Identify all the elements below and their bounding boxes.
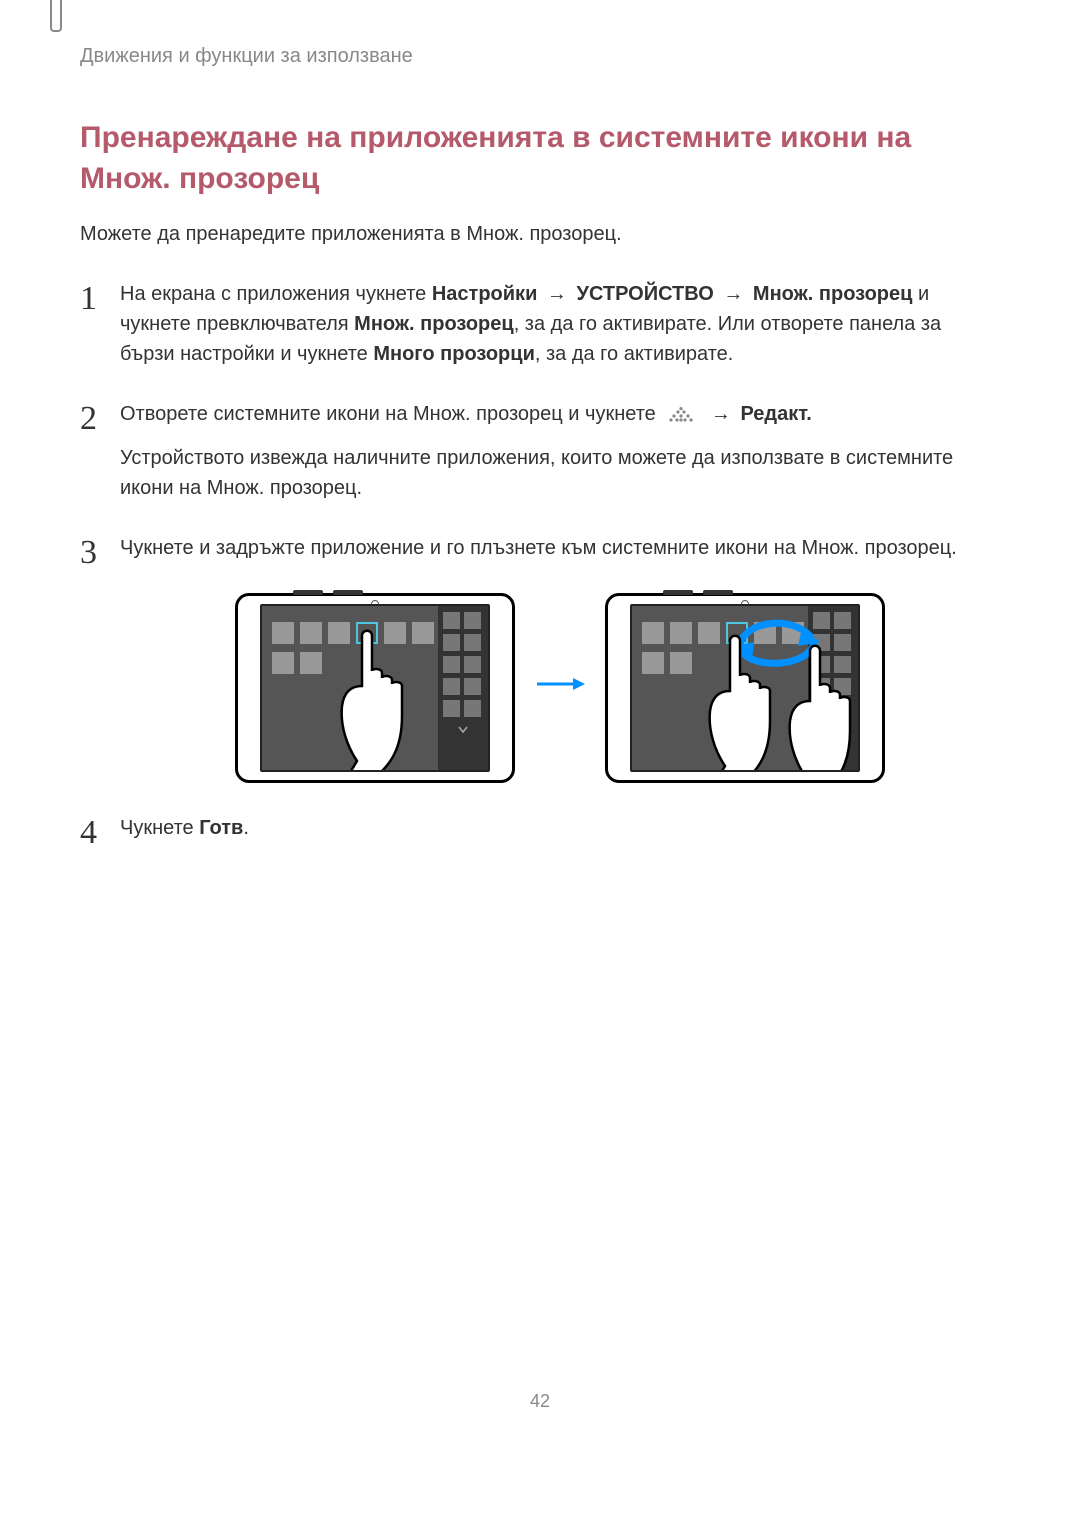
step-2-note: Устройството извежда наличните приложени… [120, 443, 1000, 503]
tray-chevron-down-icon [828, 726, 838, 734]
selected-app-tile [726, 622, 748, 644]
steps-list: На екрана с приложения чукнете Настройки… [80, 279, 1000, 843]
hand-hold-icon [702, 631, 802, 772]
step-4: Чукнете Готв. [80, 813, 1000, 843]
intro-text: Можете да пренаредите приложенията в Мно… [80, 219, 1000, 249]
more-options-dots-icon [667, 407, 695, 423]
page-number: 42 [0, 1391, 1080, 1412]
hand-tap-icon [332, 626, 442, 772]
flow-arrow-icon [535, 673, 585, 703]
section-title: Пренареждане на приложенията в системнит… [80, 118, 1000, 199]
step-3: Чукнете и задръжте приложение и го плъзн… [80, 533, 1000, 783]
step-4-text: Чукнете Готв. [120, 817, 249, 839]
step-1: На екрана с приложения чукнете Настройки… [80, 279, 1000, 369]
breadcrumb: Движения и функции за използване [80, 45, 1000, 68]
tablet-illustration-before [235, 593, 515, 783]
figure-row [120, 593, 1000, 783]
tablet-illustration-after [605, 593, 885, 783]
tab-marker [50, 0, 62, 32]
step-1-text: На екрана с приложения чукнете Настройки… [120, 283, 941, 365]
multi-window-tray [438, 606, 488, 770]
tray-chevron-down-icon [458, 726, 468, 734]
multi-window-tray [808, 606, 858, 770]
step-3-text: Чукнете и задръжте приложение и го плъзн… [120, 537, 957, 559]
document-page: Движения и функции за използване Пренаре… [0, 0, 1080, 1447]
step-2-line1: Отворете системните икони на Множ. прозо… [120, 403, 812, 425]
selected-app-tile [356, 622, 378, 644]
step-2: Отворете системните икони на Множ. прозо… [80, 399, 1000, 503]
